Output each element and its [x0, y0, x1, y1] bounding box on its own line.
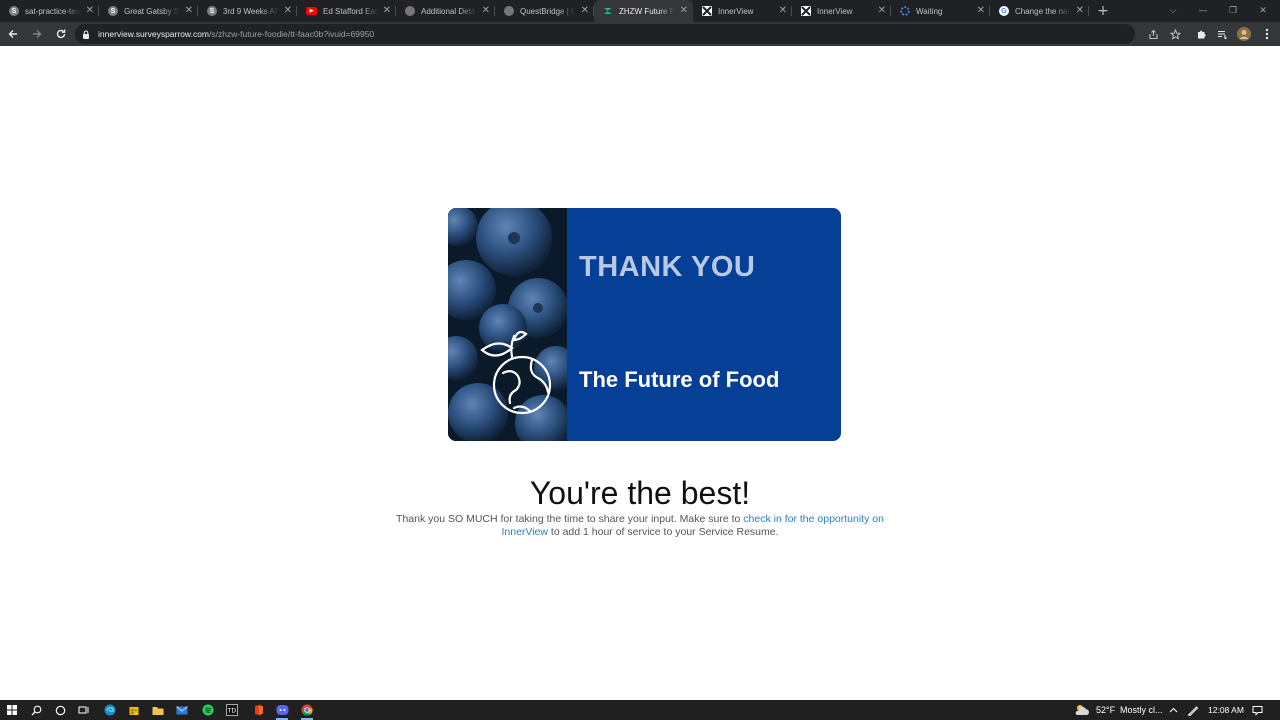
browser-tab[interactable]: Waiting ✕	[891, 0, 990, 22]
loading-icon	[900, 6, 910, 16]
browser-tab[interactable]: G Change the nam ✕	[990, 0, 1089, 22]
back-arrow-icon	[8, 30, 17, 38]
bookmark-star-icon[interactable]	[1164, 22, 1186, 46]
tab-title: QuestBridge | C	[520, 6, 576, 16]
weather-icon[interactable]	[1074, 700, 1090, 720]
edge-icon[interactable]	[98, 700, 122, 720]
windows-icon	[7, 705, 17, 715]
message-text-end: to add 1 hour of service to your Service…	[547, 526, 779, 538]
browser-tab[interactable]: S Great Gatsby Sc ✕	[99, 0, 198, 22]
close-icon[interactable]: ✕	[977, 4, 985, 18]
close-icon[interactable]: ✕	[779, 4, 787, 18]
tab-title: Waiting	[916, 6, 943, 16]
profile-avatar[interactable]	[1233, 22, 1255, 46]
tab-title: 3rd 9 Weeks AP	[223, 6, 279, 16]
tab-title: InnerView	[817, 6, 853, 16]
weather-temp[interactable]: 52°F	[1096, 700, 1115, 720]
browser-tab[interactable]: S 3rd 9 Weeks AP ✕	[198, 0, 297, 22]
browser-tab[interactable]: S sat-practice-test ✕	[0, 0, 99, 22]
s-icon: S	[207, 6, 217, 16]
close-icon[interactable]: ✕	[680, 4, 688, 18]
tab-title: Great Gatsby Sc	[124, 6, 180, 16]
minimize-button[interactable]: —	[1188, 0, 1218, 22]
forward-arrow-icon	[33, 30, 42, 38]
weather-description[interactable]: Mostly cl...	[1120, 700, 1166, 720]
close-icon[interactable]: ✕	[284, 4, 292, 18]
close-window-button[interactable]: ✕	[1248, 0, 1278, 22]
reload-button[interactable]	[50, 22, 72, 46]
surveysparrow-icon	[603, 6, 613, 16]
tab-title: InnerView	[718, 6, 754, 16]
td-app-icon[interactable]: TD	[220, 700, 244, 720]
store-icon[interactable]	[122, 700, 146, 720]
lock-icon[interactable]	[82, 29, 90, 39]
discord-icon[interactable]	[270, 700, 294, 720]
close-icon[interactable]: ✕	[383, 4, 391, 18]
thank-you-banner: THANK YOU The Future of Food	[448, 208, 841, 441]
browser-tab[interactable]: InnerView ✕	[792, 0, 891, 22]
s-icon: S	[108, 6, 118, 16]
tab-title: Ed Stafford Eats	[323, 6, 379, 16]
new-tab-button[interactable]: +	[1089, 0, 1117, 22]
reload-icon	[56, 29, 66, 39]
blueberries-image	[448, 208, 567, 441]
cortana-icon[interactable]	[48, 700, 72, 720]
start-button[interactable]	[0, 700, 24, 720]
tab-strip: S sat-practice-test ✕ S Great Gatsby Sc …	[0, 0, 1280, 22]
search-icon[interactable]	[24, 700, 48, 720]
browser-tab-active[interactable]: ZHZW Future Fo ✕	[594, 0, 693, 22]
thank-you-message: Thank you SO MUCH for taking the time to…	[390, 513, 890, 539]
url-host: innerview.surveysparrow.com	[98, 29, 210, 39]
chevron-up-icon[interactable]	[1169, 700, 1178, 720]
tab-title: Change the nam	[1015, 6, 1071, 16]
share-icon[interactable]	[1142, 22, 1164, 46]
globe-icon	[405, 6, 415, 16]
close-icon[interactable]: ✕	[1076, 4, 1084, 18]
youtube-icon: ▶	[306, 7, 317, 15]
browser-tab[interactable]: InnerView ✕	[693, 0, 792, 22]
taskbar: TD 52°F Mostly cl... 12:08 AM	[0, 700, 1280, 720]
browser-tab[interactable]: QuestBridge | C ✕	[495, 0, 594, 22]
innerview-icon	[702, 6, 712, 16]
chrome-icon[interactable]	[295, 700, 319, 720]
spotify-icon[interactable]	[196, 700, 220, 720]
page-content: THANK YOU The Future of Food You're the …	[0, 46, 1280, 700]
notifications-icon[interactable]	[1252, 700, 1263, 720]
tab-title: sat-practice-test	[25, 6, 81, 16]
office-icon[interactable]	[246, 700, 270, 720]
reading-list-icon[interactable]	[1211, 22, 1233, 46]
restore-button[interactable]: ❐	[1218, 0, 1248, 22]
forward-button[interactable]	[26, 22, 48, 46]
close-icon[interactable]: ✕	[878, 4, 886, 18]
close-icon[interactable]: ✕	[185, 4, 193, 18]
browser-toolbar: innerview.surveysparrow.com/s/zhzw-futur…	[0, 22, 1280, 46]
banner-title: THANK YOU	[579, 251, 756, 283]
tab-search-icon[interactable]: ⌵	[1158, 0, 1188, 22]
file-explorer-icon[interactable]	[146, 700, 170, 720]
extensions-icon[interactable]	[1190, 22, 1212, 46]
innerview-icon	[801, 6, 811, 16]
browser-tab[interactable]: Additional Deta ✕	[396, 0, 495, 22]
banner-subtitle: The Future of Food	[579, 367, 780, 392]
browser-tab[interactable]: ▶ Ed Stafford Eats ✕	[297, 0, 396, 22]
close-icon[interactable]: ✕	[581, 4, 589, 18]
address-bar[interactable]: innerview.surveysparrow.com/s/zhzw-futur…	[75, 24, 1135, 44]
globe-icon	[504, 6, 514, 16]
back-button[interactable]	[2, 22, 24, 46]
pen-icon[interactable]	[1187, 700, 1199, 720]
menu-kebab-icon[interactable]	[1256, 22, 1278, 46]
page-title: You're the best!	[529, 475, 751, 511]
tab-title: ZHZW Future Fo	[619, 6, 675, 16]
task-view-icon[interactable]	[72, 700, 96, 720]
close-icon[interactable]: ✕	[86, 4, 94, 18]
svg-text:TD: TD	[227, 708, 237, 715]
google-icon: G	[999, 6, 1009, 16]
close-icon[interactable]: ✕	[482, 4, 490, 18]
clock[interactable]: 12:08 AM	[1208, 700, 1244, 720]
tab-title: Additional Deta	[421, 6, 476, 16]
url-path: /s/zhzw-future-foodie/tt-faac0b?ivuid=69…	[209, 29, 375, 39]
mail-icon[interactable]	[170, 700, 194, 720]
message-text: Thank you SO MUCH for taking the time to…	[396, 513, 744, 525]
s-icon: S	[9, 6, 19, 16]
